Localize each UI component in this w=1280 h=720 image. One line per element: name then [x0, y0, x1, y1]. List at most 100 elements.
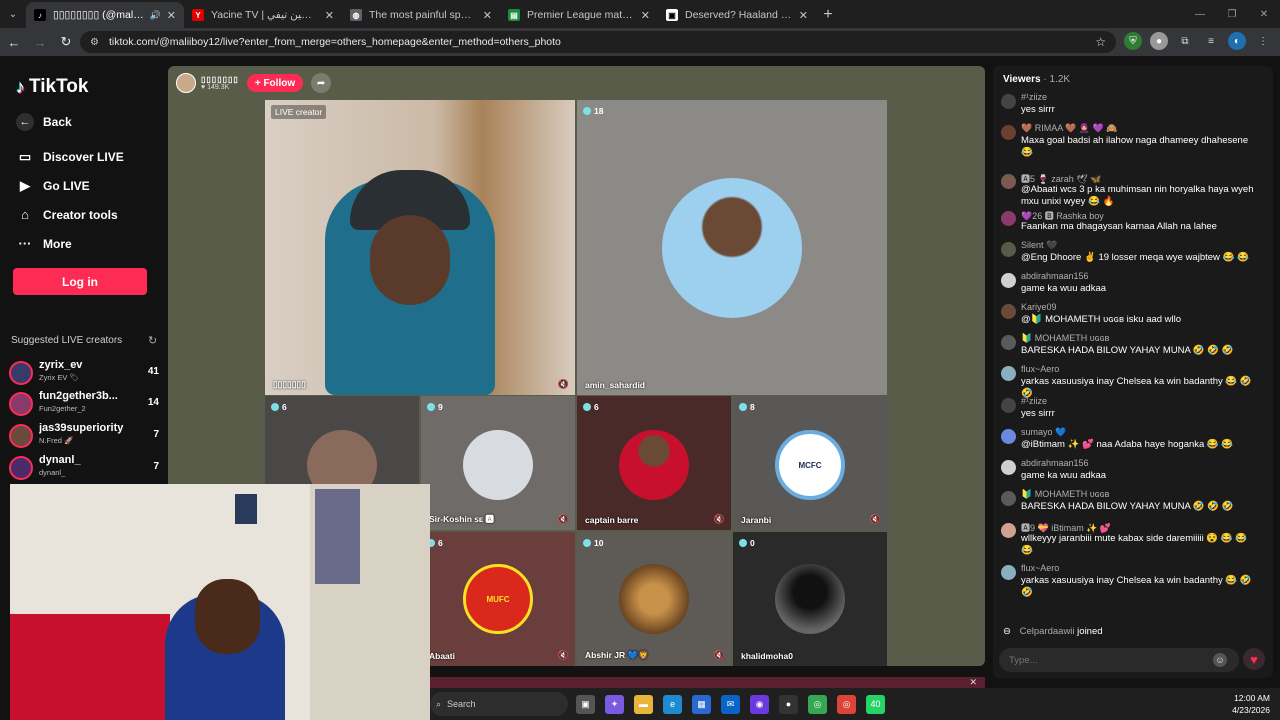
media-icon[interactable]: ◉	[750, 694, 769, 714]
guest-tile[interactable]: 6 captain barre 🔇	[577, 396, 731, 530]
close-window-icon[interactable]: ✕	[1248, 0, 1280, 28]
tab-injuries[interactable]: ◍ The most painful sports injuries ✕	[342, 2, 500, 28]
store-icon[interactable]: ▦	[692, 694, 711, 714]
record-icon[interactable]: ●	[779, 694, 798, 714]
avatar[interactable]	[1001, 94, 1016, 109]
taskbar-search[interactable]: ⌕ Search	[430, 692, 568, 716]
tab-haaland[interactable]: ▣ Deserved? Haaland wins UEFA ✕	[658, 2, 816, 28]
task-view-icon[interactable]: ▣	[576, 694, 595, 714]
tab-title: Deserved? Haaland wins UEFA	[685, 9, 793, 21]
chat-username[interactable]: Kariye09	[1021, 302, 1057, 312]
minimize-icon[interactable]: —	[1184, 0, 1216, 28]
suggested-creator[interactable]: jas39superiority N.Fred 🚀 7	[9, 422, 159, 450]
avatar[interactable]	[1001, 523, 1016, 538]
tab-yacine[interactable]: Y Yacine TV | ياسين تيفي | Live Str ✕	[184, 2, 342, 28]
file-explorer-icon[interactable]: ▬	[634, 694, 653, 714]
avatar[interactable]	[1001, 304, 1016, 319]
tab-premier-league[interactable]: ▤ Premier League matches, tables ✕	[500, 2, 658, 28]
avatar[interactable]	[1001, 335, 1016, 350]
chat-username[interactable]: flux~Aero	[1021, 563, 1059, 573]
whatsapp-icon[interactable]: 40	[866, 694, 885, 714]
back-arrow-icon[interactable]: ←	[2, 30, 26, 54]
menu-kebab-icon[interactable]: ⋮	[1254, 32, 1272, 50]
shield-extension-icon[interactable]: ⛨	[1124, 32, 1142, 50]
sidebar-item-go-live[interactable]: ▶ Go LIVE	[16, 178, 90, 194]
login-button[interactable]: Log in	[13, 268, 147, 295]
avatar[interactable]	[1001, 273, 1016, 288]
puzzle-extension-icon[interactable]: ⧉	[1176, 32, 1194, 50]
emoji-icon[interactable]: ☺	[1213, 653, 1227, 667]
avatar[interactable]	[1001, 398, 1016, 413]
url-field[interactable]: ⚙ tiktok.com/@maliiboy12/live?enter_from…	[80, 31, 1116, 53]
chrome-icon[interactable]: ◎	[808, 694, 827, 714]
sidebar-item-creator-tools[interactable]: ⌂ Creator tools	[16, 207, 118, 222]
edge-icon[interactable]: e	[663, 694, 682, 714]
chat-input[interactable]	[999, 648, 1239, 672]
tab-tiktok[interactable]: ♪ ▯▯▯▯▯▯▯▯ (@maliiboy12 🔊 ✕	[26, 2, 184, 28]
forward-arrow-icon[interactable]: →	[28, 30, 52, 54]
suggested-creator[interactable]: zyrix_ev Zyrix EV 🏷 41	[9, 359, 159, 387]
suggested-creator[interactable]: dynanl_ dynanl_ 7	[9, 454, 159, 482]
chat-username[interactable]: #¹ziize	[1021, 396, 1047, 406]
avatar[interactable]	[1001, 242, 1016, 257]
chrome-active-icon[interactable]: ◎	[837, 694, 856, 714]
heart-like-button[interactable]: ♥	[1243, 648, 1265, 670]
creator-video-tile[interactable]: LIVE creator ▯▯▯▯▯▯▯ 🔇	[265, 100, 575, 395]
avatar[interactable]	[1001, 366, 1016, 381]
tab-search-icon[interactable]: ⌄	[0, 0, 26, 28]
avatar[interactable]	[1001, 125, 1016, 140]
guest-tile[interactable]: 10 Abshir JR 💙🦁 🔇	[577, 532, 731, 666]
new-tab-button[interactable]: +	[816, 2, 840, 28]
chat-username[interactable]: abdirahmaan156	[1021, 271, 1089, 281]
avatar[interactable]	[1001, 565, 1016, 580]
guest-video-tile[interactable]: 18 amin_sahardid	[577, 100, 887, 395]
close-tab-icon[interactable]: ✕	[325, 9, 334, 22]
guest-tile[interactable]: MUFC 6 Abaati 🔇	[421, 532, 575, 666]
close-icon[interactable]: ✕	[969, 677, 977, 688]
guest-tile[interactable]: MCFC 8 Jaranbi 🔇	[733, 396, 887, 530]
chat-username[interactable]: 🔰 MOHAMETH ᴜɢɢʙ	[1021, 333, 1109, 344]
chat-username[interactable]: Silent 🖤	[1021, 240, 1057, 251]
profile-avatar-icon[interactable]: ◐	[1228, 32, 1246, 50]
sidebar-item-more[interactable]: ··· More	[16, 236, 72, 251]
chat-username[interactable]: flux~Aero	[1021, 364, 1059, 374]
follow-button[interactable]: + Follow	[246, 74, 304, 92]
copilot-icon[interactable]: ✦	[605, 694, 624, 714]
avatar[interactable]	[1001, 429, 1016, 444]
chat-username[interactable]: #¹ziize	[1021, 92, 1047, 102]
share-icon[interactable]: ➦	[311, 73, 332, 93]
chat-username[interactable]: 🤎 RIMAA 🤎 🧕 💜 🙈	[1021, 123, 1118, 134]
viewers-header[interactable]: Viewers · 1.2K	[1003, 74, 1070, 85]
close-tab-icon[interactable]: ✕	[167, 9, 176, 22]
back-button[interactable]: ← Back	[16, 113, 72, 131]
sidebar-item-discover-live[interactable]: ▭ Discover LIVE	[16, 149, 124, 165]
speaker-icon[interactable]: 🔊	[150, 10, 161, 21]
chat-username[interactable]: sumayo 💙	[1021, 427, 1066, 438]
chat-username[interactable]: 🔰 MOHAMETH ᴜɢɢʙ	[1021, 489, 1109, 500]
suggested-creator[interactable]: fun2gether3b... Fun2gether_2 14	[9, 390, 159, 418]
avatar[interactable]	[1001, 491, 1016, 506]
circle-extension-icon[interactable]: ●	[1150, 32, 1168, 50]
maximize-icon[interactable]: ❐	[1216, 0, 1248, 28]
host-name[interactable]: ▯▯▯▯▯▯▯	[201, 75, 239, 84]
close-tab-icon[interactable]: ✕	[799, 9, 808, 22]
bookmark-star-icon[interactable]: ☆	[1095, 35, 1106, 49]
tiktok-logo[interactable]: ♪ TikTok	[16, 76, 88, 98]
outlook-icon[interactable]: ✉	[721, 694, 740, 714]
refresh-icon[interactable]: ↻	[148, 334, 157, 347]
avatar[interactable]	[1001, 174, 1016, 189]
chat-username[interactable]: abdirahmaan156	[1021, 458, 1089, 468]
guest-tile[interactable]: 9 Sir-Koshin ꜱᴇ 🅰 🔇	[421, 396, 575, 530]
system-clock[interactable]: 12:00 AM 4/23/2026	[1232, 692, 1270, 716]
close-tab-icon[interactable]: ✕	[483, 9, 492, 22]
site-info-icon[interactable]: ⚙	[90, 37, 99, 48]
joined-text: joined	[1077, 626, 1103, 637]
avatar[interactable]	[1001, 211, 1016, 226]
reload-icon[interactable]: ↻	[54, 30, 78, 54]
media-control-icon[interactable]: ≡	[1202, 32, 1220, 50]
guest-tile[interactable]: 0 khalidmoha0	[733, 532, 887, 666]
close-tab-icon[interactable]: ✕	[641, 9, 650, 22]
yacine-favicon-icon: Y	[192, 9, 204, 21]
host-avatar[interactable]	[176, 73, 196, 93]
avatar[interactable]	[1001, 460, 1016, 475]
